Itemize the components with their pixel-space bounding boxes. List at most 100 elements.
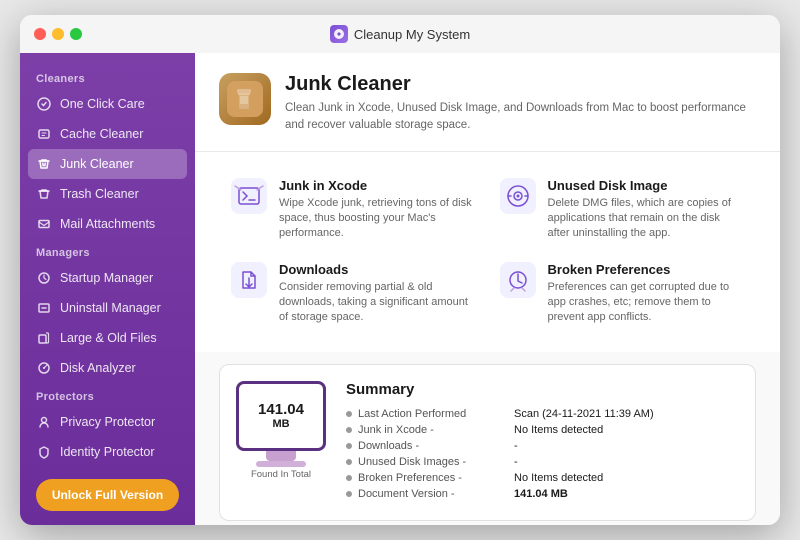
monitor-unit: MB [272, 418, 289, 430]
sidebar-label-mail-attachments: Mail Attachments [60, 217, 155, 231]
main-content: Cleaners One Click Care Cache [20, 53, 780, 525]
broken-prefs-icon [500, 262, 536, 298]
disk-analyzer-icon [36, 360, 52, 376]
summary-row-0: Last Action Performed Scan (24-11-2021 1… [346, 408, 739, 420]
summary-key-5: Document Version - [358, 488, 508, 500]
cleaners-section-title: Cleaners [20, 65, 195, 89]
summary-monitor: 141.04 MB Found In Total [236, 381, 326, 480]
app-icon-small [330, 25, 348, 43]
sidebar-item-startup-manager[interactable]: Startup Manager [20, 263, 195, 293]
feature-desc-broken-prefs: Preferences can get corrupted due to app… [548, 280, 745, 326]
feature-desc-junk-xcode: Wipe Xcode junk, retrieving tons of disk… [279, 196, 476, 242]
unlock-button[interactable]: Unlock Full Version [36, 479, 179, 511]
header-text: Junk Cleaner Clean Junk in Xcode, Unused… [285, 73, 756, 135]
sidebar-item-trash-cleaner[interactable]: Trash Cleaner [20, 179, 195, 209]
summary-row-4: Broken Preferences - No Items detected [346, 472, 739, 484]
sidebar-item-privacy-protector[interactable]: Privacy Protector [20, 407, 195, 437]
summary-key-4: Broken Preferences - [358, 472, 508, 484]
summary-row-3: Unused Disk Images - - [346, 456, 739, 468]
feature-title-downloads: Downloads [279, 262, 476, 277]
feature-grid: Junk in Xcode Wipe Xcode junk, retrievin… [195, 152, 780, 352]
feature-text-unused-disk: Unused Disk Image Delete DMG files, whic… [548, 178, 745, 242]
managers-section-title: Managers [20, 239, 195, 263]
titlebar-title: Cleanup My System [330, 25, 470, 43]
sidebar-label-privacy-protector: Privacy Protector [60, 415, 155, 429]
sidebar-label-disk-analyzer: Disk Analyzer [60, 361, 136, 375]
cache-cleaner-icon [36, 126, 52, 142]
large-old-files-icon [36, 330, 52, 346]
sidebar-label-trash-cleaner: Trash Cleaner [60, 187, 139, 201]
summary-row-5: Document Version - 141.04 MB [346, 488, 739, 500]
sidebar-item-uninstall-manager[interactable]: Uninstall Manager [20, 293, 195, 323]
monitor-screen: 141.04 MB [236, 381, 326, 451]
sidebar-item-junk-cleaner[interactable]: Junk Cleaner [28, 149, 187, 179]
feature-title-broken-prefs: Broken Preferences [548, 262, 745, 277]
feature-text-downloads: Downloads Consider removing partial & ol… [279, 262, 476, 326]
sidebar-label-startup-manager: Startup Manager [60, 271, 153, 285]
sidebar-label-uninstall-manager: Uninstall Manager [60, 301, 161, 315]
summary-table: Last Action Performed Scan (24-11-2021 1… [346, 408, 739, 500]
feature-title-junk-xcode: Junk in Xcode [279, 178, 476, 193]
summary-content: Summary Last Action Performed Scan (24-1… [346, 381, 739, 504]
monitor-stand [266, 451, 296, 461]
downloads-icon [231, 262, 267, 298]
summary-dot [346, 475, 352, 481]
sidebar-item-one-click-care[interactable]: One Click Care [20, 89, 195, 119]
monitor-value: 141.04 [258, 401, 304, 418]
summary-key-0: Last Action Performed [358, 408, 508, 420]
main-window: Cleanup My System Cleaners One Click Car… [20, 15, 780, 525]
minimize-button[interactable] [52, 28, 64, 40]
sidebar-label-large-old-files: Large & Old Files [60, 331, 157, 345]
feature-desc-unused-disk: Delete DMG files, which are copies of ap… [548, 196, 745, 242]
summary-val-5: 141.04 MB [514, 488, 568, 500]
summary-title: Summary [346, 381, 739, 398]
sidebar-item-disk-analyzer[interactable]: Disk Analyzer [20, 353, 195, 383]
app-title: Cleanup My System [354, 27, 470, 42]
summary-row-1: Junk in Xcode - No Items detected [346, 424, 739, 436]
privacy-protector-icon [36, 414, 52, 430]
feature-card-unused-disk: Unused Disk Image Delete DMG files, whic… [488, 168, 757, 252]
junk-cleaner-icon [36, 156, 52, 172]
sidebar-item-cache-cleaner[interactable]: Cache Cleaner [20, 119, 195, 149]
close-button[interactable] [34, 28, 46, 40]
sidebar-label-identity-protector: Identity Protector [60, 445, 155, 459]
feature-card-downloads: Downloads Consider removing partial & ol… [219, 252, 488, 336]
junk-xcode-icon [231, 178, 267, 214]
summary-val-0: Scan (24-11-2021 11:39 AM) [514, 408, 654, 420]
feature-title-unused-disk: Unused Disk Image [548, 178, 745, 193]
summary-val-1: No Items detected [514, 424, 603, 436]
summary-row-2: Downloads - - [346, 440, 739, 452]
monitor-label: Found In Total [251, 469, 311, 480]
summary-dot [346, 459, 352, 465]
summary-val-2: - [514, 440, 518, 452]
summary-val-3: - [514, 456, 518, 468]
sidebar-item-mail-attachments[interactable]: Mail Attachments [20, 209, 195, 239]
identity-protector-icon [36, 444, 52, 460]
maximize-button[interactable] [70, 28, 82, 40]
protectors-section-title: Protectors [20, 383, 195, 407]
trash-cleaner-icon [36, 186, 52, 202]
mail-attachments-icon [36, 216, 52, 232]
content-header: Junk Cleaner Clean Junk in Xcode, Unused… [195, 53, 780, 152]
feature-card-broken-prefs: Broken Preferences Preferences can get c… [488, 252, 757, 336]
summary-val-4: No Items detected [514, 472, 603, 484]
unused-disk-icon [500, 178, 536, 214]
summary-key-2: Downloads - [358, 440, 508, 452]
sidebar-item-identity-protector[interactable]: Identity Protector [20, 437, 195, 467]
sidebar-label-one-click-care: One Click Care [60, 97, 145, 111]
summary-dot [346, 443, 352, 449]
sidebar-label-cache-cleaner: Cache Cleaner [60, 127, 143, 141]
sidebar-item-large-old-files[interactable]: Large & Old Files [20, 323, 195, 353]
traffic-lights [34, 28, 82, 40]
sidebar: Cleaners One Click Care Cache [20, 53, 195, 525]
page-title: Junk Cleaner [285, 73, 756, 96]
sidebar-label-junk-cleaner: Junk Cleaner [60, 157, 134, 171]
feature-text-broken-prefs: Broken Preferences Preferences can get c… [548, 262, 745, 326]
titlebar: Cleanup My System [20, 15, 780, 53]
junk-cleaner-app-icon [219, 73, 271, 125]
feature-text-junk-xcode: Junk in Xcode Wipe Xcode junk, retrievin… [279, 178, 476, 242]
summary-dot [346, 491, 352, 497]
startup-manager-icon [36, 270, 52, 286]
summary-section: 141.04 MB Found In Total Summary Last Ac… [219, 364, 756, 521]
summary-key-1: Junk in Xcode - [358, 424, 508, 436]
